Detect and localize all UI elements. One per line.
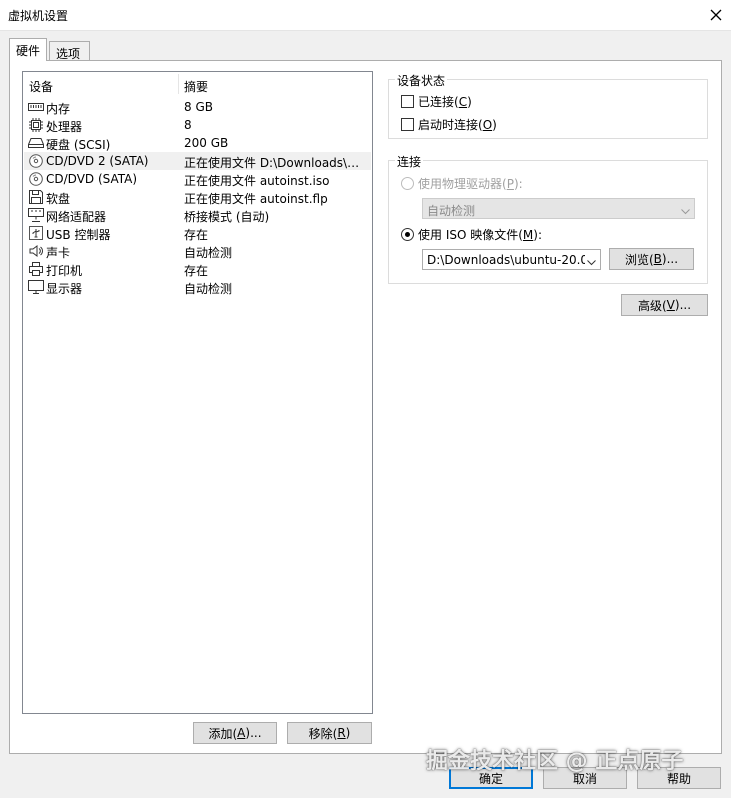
radio-dot <box>401 177 414 190</box>
device-name: 打印机 <box>46 264 83 278</box>
device-summary: 8 <box>184 118 192 132</box>
cd-dvd-icon <box>28 172 44 186</box>
printer-icon <box>28 262 44 276</box>
iso-path-select[interactable]: D:\Downloads\ubuntu-20.04 <box>422 249 601 270</box>
device-row-hard-disk[interactable]: 硬盘 (SCSI) 200 GB <box>24 134 371 152</box>
device-list-header: 设备 摘要 <box>23 72 372 96</box>
remove-device-button[interactable]: 移除(R) <box>287 722 372 744</box>
device-summary: 正在使用文件 D:\Downloads\u... <box>184 156 364 170</box>
connected-checkbox[interactable]: 已连接(C) <box>401 93 472 110</box>
device-name: CD/DVD 2 (SATA) <box>46 154 149 168</box>
device-row-cd-dvd-2[interactable]: CD/DVD 2 (SATA) 正在使用文件 D:\Downloads\u... <box>24 152 371 170</box>
device-name: USB 控制器 <box>46 228 111 242</box>
radio-dot <box>401 228 414 241</box>
device-summary: 200 GB <box>184 136 229 150</box>
close-button[interactable] <box>701 0 731 30</box>
column-header-device[interactable]: 设备 <box>29 78 53 95</box>
connect-at-power-on-checkbox[interactable]: 启动时连接(O) <box>401 116 497 133</box>
window-title: 虚拟机设置 <box>8 9 69 23</box>
device-summary: 存在 <box>184 264 209 278</box>
device-name: 处理器 <box>46 120 83 134</box>
floppy-icon <box>28 190 44 204</box>
device-summary: 桥接模式 (自动) <box>184 210 270 224</box>
device-status-legend: 设备状态 <box>395 72 448 89</box>
browse-button[interactable]: 浏览(B)... <box>609 248 694 270</box>
device-name: CD/DVD (SATA) <box>46 172 138 186</box>
network-adapter-icon <box>28 208 44 222</box>
device-name: 网络适配器 <box>46 210 107 224</box>
device-row-memory[interactable]: 内存 8 GB <box>24 98 371 116</box>
hard-disk-icon <box>28 136 44 150</box>
device-name: 硬盘 (SCSI) <box>46 138 111 152</box>
device-name: 软盘 <box>46 192 71 206</box>
device-row-cd-dvd[interactable]: CD/DVD (SATA) 正在使用文件 autoinst.iso <box>24 170 371 188</box>
chevron-down-icon <box>681 204 690 218</box>
device-row-processor[interactable]: 处理器 8 <box>24 116 371 134</box>
column-header-summary[interactable]: 摘要 <box>184 78 208 95</box>
title-bar: 虚拟机设置 <box>0 0 731 31</box>
device-row-display[interactable]: 显示器 自动检测 <box>24 278 371 296</box>
device-list[interactable]: 设备 摘要 内存 8 GB 处理器 8 硬盘 (SCSI) 200 GB CD/… <box>22 71 373 714</box>
connection-legend: 连接 <box>395 153 424 170</box>
device-name: 显示器 <box>46 282 83 296</box>
device-summary: 自动检测 <box>184 246 233 260</box>
add-device-button[interactable]: 添加(A)... <box>193 722 277 744</box>
memory-icon <box>28 100 44 114</box>
device-summary: 正在使用文件 autoinst.flp <box>184 192 328 206</box>
device-name: 声卡 <box>46 246 71 260</box>
device-row-printer[interactable]: 打印机 存在 <box>24 260 371 278</box>
close-icon <box>710 9 722 21</box>
device-name: 内存 <box>46 102 71 116</box>
use-iso-image-radio[interactable]: 使用 ISO 映像文件(M): <box>401 226 542 243</box>
ok-button[interactable]: 确定 <box>449 767 533 789</box>
tab-hardware[interactable]: 硬件 <box>9 38 47 61</box>
device-row-sound-card[interactable]: 声卡 自动检测 <box>24 242 371 260</box>
column-separator[interactable] <box>178 74 179 94</box>
help-button[interactable]: 帮助 <box>637 767 721 789</box>
processor-icon <box>28 118 44 132</box>
device-summary: 存在 <box>184 228 209 242</box>
device-row-floppy[interactable]: 软盘 正在使用文件 autoinst.flp <box>24 188 371 206</box>
cd-dvd-icon <box>28 154 44 168</box>
physical-drive-select[interactable]: 自动检测 <box>422 198 695 219</box>
sound-card-icon <box>28 244 44 258</box>
use-physical-drive-radio[interactable]: 使用物理驱动器(P): <box>401 175 523 192</box>
checkbox-box <box>401 118 414 131</box>
checkbox-box <box>401 95 414 108</box>
cancel-button[interactable]: 取消 <box>543 767 627 789</box>
device-summary: 8 GB <box>184 100 213 114</box>
chevron-down-icon <box>585 255 596 269</box>
device-row-usb-controller[interactable]: USB 控制器 存在 <box>24 224 371 242</box>
usb-icon <box>28 226 44 240</box>
display-icon <box>28 280 44 294</box>
device-summary: 正在使用文件 autoinst.iso <box>184 174 330 188</box>
tab-options[interactable]: 选项 <box>49 41 90 61</box>
device-summary: 自动检测 <box>184 282 233 296</box>
device-row-network-adapter[interactable]: 网络适配器 桥接模式 (自动) <box>24 206 371 224</box>
advanced-button[interactable]: 高级(V)... <box>621 294 708 316</box>
